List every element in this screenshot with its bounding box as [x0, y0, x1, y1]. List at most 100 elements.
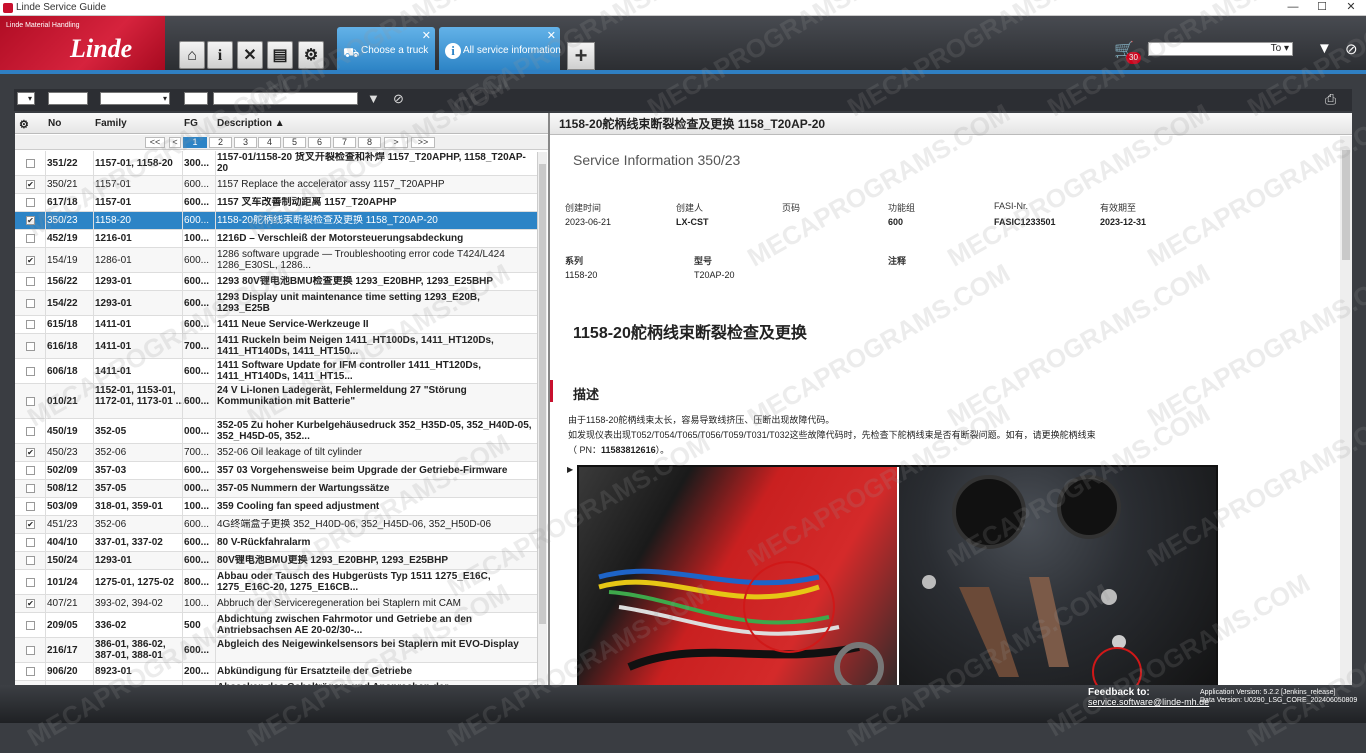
- page-button[interactable]: 2: [209, 137, 232, 148]
- clear-filter-icon[interactable]: ⊘: [393, 91, 404, 107]
- row-checkbox[interactable]: [26, 667, 35, 676]
- table-row[interactable]: 906/20 8923-01 200... Abkündigung für Ersat…: [15, 663, 537, 681]
- table-row[interactable]: 503/09 318-01, 359-01 100... 359 Cooling fa…: [15, 498, 537, 516]
- column-filter-select[interactable]: ▾: [17, 92, 35, 105]
- page-button[interactable]: >>: [411, 137, 435, 148]
- minimize-button[interactable]: —: [1279, 0, 1307, 16]
- row-checkbox[interactable]: [26, 646, 35, 655]
- cart-button[interactable]: 🛒 30: [1114, 40, 1141, 64]
- table-row[interactable]: 351/22 1157-01, 1158-20 300... 1157-01/1158…: [15, 151, 537, 176]
- table-row[interactable]: 010/21 1152-01, 1153-01, 1172-01, 1173-01…: [15, 384, 537, 419]
- close-icon[interactable]: ✕: [547, 29, 556, 42]
- row-checkbox[interactable]: [26, 502, 35, 511]
- page-button[interactable]: >: [384, 137, 408, 148]
- row-checkbox[interactable]: [26, 277, 35, 286]
- table-row[interactable]: 156/22 1293-01 600... 1293 80V锂电池BMU检查更换 12…: [15, 273, 537, 291]
- description-filter-input[interactable]: [213, 92, 358, 105]
- table-row[interactable]: 150/24 1293-01 600... 80V锂电池BMU更换 1293_E20B…: [15, 552, 537, 570]
- row-checkbox[interactable]: ✔: [26, 180, 35, 189]
- row-checkbox[interactable]: [26, 578, 35, 587]
- maximize-button[interactable]: ☐: [1308, 0, 1336, 16]
- list-scrollbar[interactable]: [537, 152, 547, 685]
- row-checkbox[interactable]: [26, 234, 35, 243]
- table-row[interactable]: 502/09 357-03 600... 357 03 Vorgehensweise …: [15, 462, 537, 480]
- page-button[interactable]: 1: [183, 137, 207, 148]
- fg-filter-input[interactable]: [184, 92, 208, 105]
- scroll-thumb[interactable]: [1342, 150, 1350, 260]
- filter-icon[interactable]: ▼: [1317, 40, 1332, 57]
- clear-filter-icon[interactable]: ⊘: [1345, 40, 1358, 58]
- page-button[interactable]: 7: [333, 137, 356, 148]
- table-row[interactable]: ✔ 450/23 352-06 700... 352-06 Oil leakage of…: [15, 444, 537, 462]
- column-description[interactable]: Description ▲: [217, 118, 285, 129]
- truck-button[interactable]: ▤: [267, 41, 293, 69]
- table-row[interactable]: 508/12 357-05 000... 357-05 Nummern der War…: [15, 480, 537, 498]
- row-checkbox[interactable]: [26, 320, 35, 329]
- scroll-thumb[interactable]: [539, 164, 546, 624]
- no-filter-input[interactable]: [48, 92, 88, 105]
- column-family[interactable]: Family: [95, 118, 127, 129]
- table-row[interactable]: 615/18 1411-01 600... 1411 Neue Service-Wer…: [15, 316, 537, 334]
- row-checkbox[interactable]: [26, 484, 35, 493]
- page-button[interactable]: 6: [308, 137, 331, 148]
- header-search-input[interactable]: To ▾: [1148, 42, 1293, 56]
- table-row[interactable]: ✔ 350/21 1157-01 600... 1157 Replace the acc…: [15, 176, 537, 194]
- row-checkbox[interactable]: [26, 299, 35, 308]
- row-checkbox[interactable]: ✔: [26, 256, 35, 265]
- table-row[interactable]: 606/18 1411-01 600... 1411 Software Update …: [15, 359, 537, 384]
- table-row[interactable]: 616/18 1411-01 700... 1411 Ruckeln beim Nei…: [15, 334, 537, 359]
- page-button[interactable]: 5: [283, 137, 306, 148]
- page-button[interactable]: 8: [358, 137, 381, 148]
- family-filter-select[interactable]: ▾: [100, 92, 170, 105]
- home-button[interactable]: ⌂: [179, 41, 205, 69]
- page-button[interactable]: <<: [145, 137, 165, 148]
- page-button[interactable]: <: [169, 137, 181, 148]
- tab-all-service-information[interactable]: ✕ i All service information: [439, 27, 561, 70]
- tab-choose-truck[interactable]: ✕ ⛟ Choose a truck: [337, 27, 435, 70]
- info-icon: i: [445, 43, 461, 59]
- table-row[interactable]: 209/05 336-02 500 Abdichtung zwischen Fahrm…: [15, 613, 537, 638]
- column-fg[interactable]: FG: [184, 118, 198, 129]
- row-checkbox[interactable]: [26, 621, 35, 630]
- column-no[interactable]: No: [48, 118, 61, 129]
- feedback-email-link[interactable]: service.software@linde-mh.de: [1088, 697, 1209, 707]
- add-tab-button[interactable]: +: [567, 42, 595, 70]
- row-checkbox[interactable]: [26, 367, 35, 376]
- filter-icon[interactable]: ▼: [367, 91, 380, 106]
- row-checkbox[interactable]: [26, 538, 35, 547]
- table-row[interactable]: 617/18 1157-01 600... 1157 叉车改善制动距离 1157_T2…: [15, 194, 537, 212]
- row-checkbox[interactable]: ✔: [26, 448, 35, 457]
- tools-button[interactable]: ✕: [237, 41, 263, 69]
- table-row[interactable]: ✔ 154/19 1286-01 600... 1286 software upgrad…: [15, 248, 537, 273]
- row-checkbox[interactable]: [26, 198, 35, 207]
- row-checkbox[interactable]: [26, 159, 35, 168]
- info-button[interactable]: i: [207, 41, 233, 69]
- table-row[interactable]: ✔ 407/21 393-02, 394-02 100... Abbruch der S…: [15, 595, 537, 613]
- row-checkbox[interactable]: ✔: [26, 216, 35, 225]
- row-checkbox[interactable]: [26, 342, 35, 351]
- print-icon[interactable]: ⎙: [1325, 91, 1341, 107]
- row-checkbox[interactable]: [26, 556, 35, 565]
- table-row[interactable]: 452/19 1216-01 100... 1216D – Verschleiß de…: [15, 230, 537, 248]
- row-checkbox[interactable]: ✔: [26, 520, 35, 529]
- row-checkbox[interactable]: [26, 466, 35, 475]
- settings-button[interactable]: ⚙: [298, 41, 324, 69]
- row-checkbox[interactable]: ✔: [26, 599, 35, 608]
- expand-arrow-icon[interactable]: ▶: [567, 465, 573, 474]
- column-settings-icon[interactable]: ⚙: [19, 118, 29, 131]
- close-icon[interactable]: ✕: [422, 29, 431, 42]
- table-row[interactable]: 101/24 1275-01, 1275-02 800... Abbau oder T…: [15, 570, 537, 595]
- table-row[interactable]: 404/10 337-01, 337-02 600... 80 V-Rückfahra…: [15, 534, 537, 552]
- close-button[interactable]: ✕: [1337, 0, 1365, 16]
- table-row[interactable]: 450/19 352-05 000... 352-05 Zu hoher Kurbel…: [15, 419, 537, 444]
- search-mode-select[interactable]: To ▾: [1271, 43, 1289, 54]
- row-checkbox[interactable]: [26, 427, 35, 436]
- table-row[interactable]: 154/22 1293-01 600... 1293 Display unit mai…: [15, 291, 537, 316]
- page-button[interactable]: 4: [258, 137, 281, 148]
- table-row[interactable]: 216/17 386-01, 386-02, 387-01, 388-01 600.…: [15, 638, 537, 663]
- page-button[interactable]: 3: [234, 137, 257, 148]
- table-row[interactable]: ✔ 451/23 352-06 600... 4G终端盒子更换 352_H40D-06,…: [15, 516, 537, 534]
- table-row[interactable]: ✔ 350/23 1158-20 600... 1158-20舵柄线束断裂检查及更换 1…: [15, 212, 537, 230]
- document-scrollbar[interactable]: [1340, 136, 1352, 685]
- row-checkbox[interactable]: [26, 397, 35, 406]
